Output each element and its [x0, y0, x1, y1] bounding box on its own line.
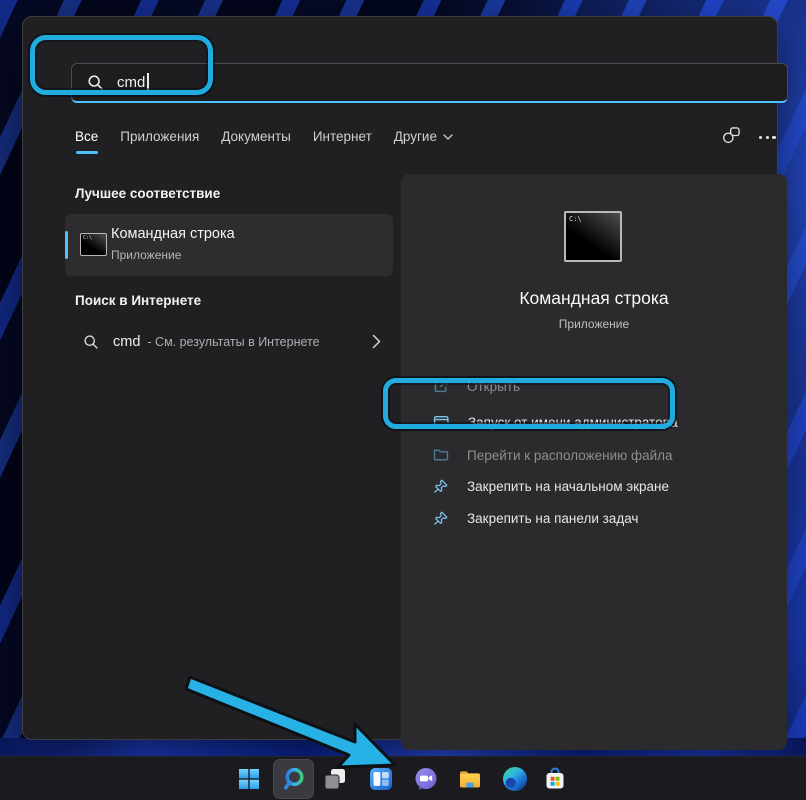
best-match-subtitle: Приложение [111, 248, 181, 262]
web-search-suffix: - См. результаты в Интернете [147, 335, 319, 349]
best-match-header: Лучшее соответствие [75, 186, 220, 201]
open-external-icon [433, 378, 449, 394]
chevron-down-icon [443, 132, 453, 141]
pin-icon [433, 510, 449, 526]
action-open[interactable]: Открыть [421, 371, 767, 401]
search-taskbar-button[interactable] [281, 766, 307, 792]
tab-apps[interactable]: Приложения [120, 129, 199, 144]
tab-more[interactable]: Другие [394, 129, 453, 144]
action-run-as-admin[interactable]: Запуск от имени администратора [421, 407, 767, 437]
search-input[interactable]: cmd [71, 63, 788, 103]
tab-documents[interactable]: Документы [221, 129, 291, 144]
topbar-icons [721, 125, 776, 146]
tab-web[interactable]: Интернет [313, 129, 372, 144]
app-preview-panel: C:\ Командная строка Приложение Открыть … [401, 174, 787, 750]
chevron-right-icon [372, 334, 381, 349]
store-button[interactable] [542, 766, 568, 792]
preview-app-title: Командная строка [401, 288, 787, 309]
start-button[interactable] [236, 766, 262, 792]
folder-icon [458, 767, 482, 791]
search-query-text: cmd [117, 74, 145, 91]
web-search-query: cmd [113, 334, 140, 350]
search-filter-tabs: Все Приложения Документы Интернет Другие [75, 129, 453, 144]
explorer-button[interactable] [457, 766, 483, 792]
widgets-button[interactable] [368, 766, 394, 792]
tab-all[interactable]: Все [75, 129, 98, 144]
action-label: Открыть [467, 379, 520, 394]
file-location-icon [433, 447, 449, 463]
more-options-icon[interactable] [759, 132, 776, 139]
search-taskbar-icon [281, 766, 307, 792]
pin-icon [433, 478, 449, 494]
search-icon [83, 334, 99, 350]
chat-button[interactable] [413, 766, 439, 792]
action-label: Закрепить на панели задач [467, 511, 638, 526]
taskbar [0, 756, 806, 800]
task-view-icon [323, 767, 347, 791]
widgets-icon [369, 767, 393, 791]
account-icon[interactable] [721, 125, 742, 146]
windows-logo-icon [237, 767, 261, 791]
action-pin-to-taskbar[interactable]: Закрепить на панели задач [421, 503, 767, 533]
edge-icon [503, 767, 527, 791]
action-label: Закрепить на начальном экране [467, 479, 669, 494]
store-icon [543, 767, 567, 791]
search-flyout-panel: cmd Все Приложения Документы Интернет Др… [22, 16, 778, 740]
action-pin-to-start[interactable]: Закрепить на начальном экране [421, 471, 767, 501]
selected-tab-underline [76, 151, 98, 154]
action-label: Запуск от имени администратора [468, 415, 678, 430]
preview-app-subtitle: Приложение [401, 317, 787, 331]
edge-button[interactable] [502, 766, 528, 792]
run-as-admin-icon [433, 414, 450, 431]
action-label: Перейти к расположению файла [467, 448, 673, 463]
selection-accent-bar [65, 231, 68, 259]
chat-icon [414, 767, 438, 791]
web-search-item[interactable]: cmd - См. результаты в Интернете [65, 320, 393, 364]
best-match-title: Командная строка [111, 226, 235, 242]
best-match-item[interactable]: C:\ Командная строка Приложение [65, 214, 393, 276]
task-view-button[interactable] [322, 766, 348, 792]
text-caret [147, 73, 149, 92]
web-search-header: Поиск в Интернете [75, 293, 201, 308]
action-open-file-location[interactable]: Перейти к расположению файла [421, 440, 767, 470]
cmd-terminal-icon-large: C:\ [564, 211, 622, 262]
search-icon [87, 74, 104, 91]
cmd-terminal-icon: C:\ [80, 233, 107, 256]
